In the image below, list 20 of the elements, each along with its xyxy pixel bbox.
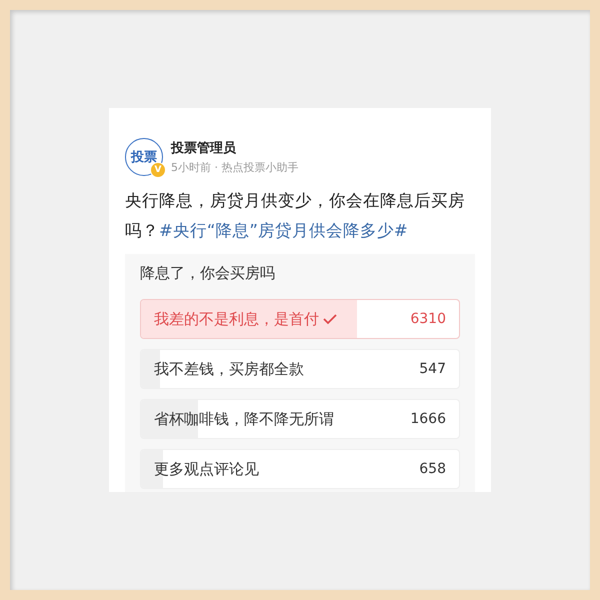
option-label: 我不差钱，买房都全款	[154, 360, 304, 378]
vote-count: 1666	[410, 411, 446, 427]
poll-option[interactable]: 省杯咖啡钱，降不降无所谓 1666	[140, 399, 460, 439]
hashtag-link[interactable]: #央行“降息”房贷月供会降多少#	[159, 221, 408, 240]
check-icon	[323, 313, 337, 325]
option-label: 省杯咖啡钱，降不降无所谓	[154, 410, 334, 428]
post-meta: 5小时前 · 热点投票小助手	[171, 160, 298, 175]
avatar[interactable]: 投票 V	[125, 138, 163, 176]
verified-badge: V	[150, 162, 166, 178]
poll-option[interactable]: 我不差钱，买房都全款 547	[140, 349, 460, 389]
poll-option[interactable]: 更多观点评论见 658	[140, 449, 460, 489]
vote-count: 658	[419, 461, 446, 477]
poll-title: 降息了，你会买房吗	[140, 264, 276, 283]
vote-count: 547	[419, 361, 446, 377]
poll-option[interactable]: 我差的不是利息，是首付 6310	[140, 299, 460, 339]
author-name[interactable]: 投票管理员	[171, 139, 298, 157]
option-label: 更多观点评论见	[154, 460, 259, 478]
option-label: 我差的不是利息，是首付	[154, 310, 319, 328]
post-text: 央行降息，房贷月供变少，你会在降息后买房吗？#央行“降息”房贷月供会降多少#	[125, 190, 466, 242]
vote-count: 6310	[410, 311, 446, 327]
